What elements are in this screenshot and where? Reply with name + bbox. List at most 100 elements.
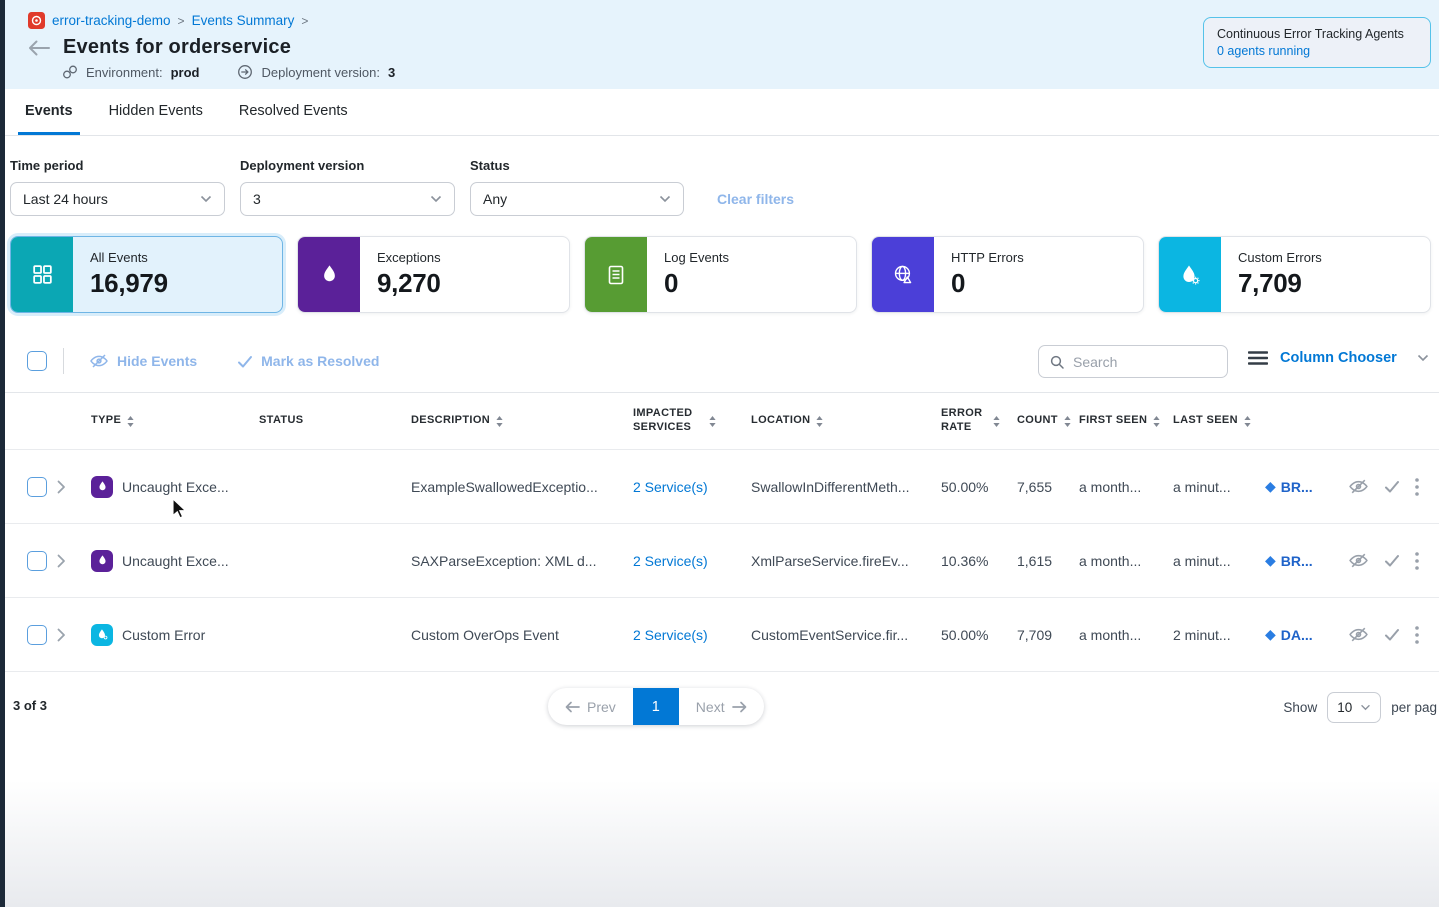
sort-arrows-icon (1244, 416, 1251, 427)
pagination-bar: 3 of 3 Prev 1 Next Show 10 per pag (5, 686, 1439, 728)
status-select[interactable]: Any (470, 182, 684, 216)
sort-arrows-icon (1064, 416, 1071, 427)
kebab-menu-icon[interactable] (1415, 478, 1419, 496)
sort-arrows-icon (496, 416, 503, 427)
column-header-first-seen[interactable]: FIRST SEEN (1079, 414, 1173, 428)
table-row[interactable]: Uncaught Exce... SAXParseException: XML … (5, 524, 1439, 598)
breadcrumb-project-link[interactable]: error-tracking-demo (52, 13, 171, 28)
breadcrumb-separator: > (178, 14, 185, 28)
impacted-services-link[interactable]: 2 Service(s) (633, 479, 708, 495)
column-header-status[interactable]: STATUS (259, 414, 411, 428)
ticket-link[interactable]: ◆ DA... (1265, 626, 1343, 643)
environment-value: prod (171, 65, 200, 80)
search-input[interactable] (1073, 354, 1203, 370)
kebab-menu-icon[interactable] (1415, 552, 1419, 570)
location-cell: CustomEventService.fir... (751, 627, 941, 643)
tab-resolved-events[interactable]: Resolved Events (232, 89, 355, 135)
row-expand-chevron-icon[interactable] (57, 628, 91, 642)
impacted-services-link[interactable]: 2 Service(s) (633, 627, 708, 643)
search-icon (1049, 354, 1065, 370)
stat-card-log-events[interactable]: Log Events 0 (584, 236, 857, 313)
card-value: 0 (664, 268, 856, 299)
error-tracking-page: error-tracking-demo > Events Summary > E… (0, 0, 1439, 907)
column-header-last-seen[interactable]: LAST SEEN (1173, 414, 1265, 428)
page-header: error-tracking-demo > Events Summary > E… (5, 0, 1439, 89)
page-number-button[interactable]: 1 (633, 688, 679, 725)
globe-alert-icon (890, 262, 916, 288)
tab-hidden-events[interactable]: Hidden Events (102, 89, 210, 135)
row-checkbox[interactable] (27, 477, 47, 497)
ticket-link[interactable]: ◆ BR... (1265, 552, 1343, 569)
table-row[interactable]: Custom Error Custom OverOps Event 2 Serv… (5, 598, 1439, 672)
flame-gear-icon (1178, 263, 1202, 287)
hide-event-icon[interactable] (1348, 552, 1369, 569)
column-header-location[interactable]: LOCATION (751, 414, 941, 428)
bulk-action-toolbar: Hide Events Mark as Resolved Column Choo… (5, 342, 1439, 380)
table-row[interactable]: Uncaught Exce... ExampleSwallowedExcepti… (5, 450, 1439, 524)
log-lines-icon (604, 263, 628, 287)
deployment-icon (237, 64, 253, 80)
chevron-down-icon (1417, 354, 1429, 362)
card-label: Custom Errors (1238, 250, 1430, 265)
resolve-event-icon[interactable] (1384, 480, 1400, 493)
next-page-button[interactable]: Next (679, 688, 764, 725)
row-expand-chevron-icon[interactable] (57, 480, 91, 494)
column-chooser-button[interactable]: Column Chooser (1248, 350, 1429, 366)
row-checkbox[interactable] (27, 551, 47, 571)
deployment-version-select[interactable]: 3 (240, 182, 455, 216)
deployment-version-value: 3 (388, 65, 395, 80)
status-filter-label: Status (470, 158, 684, 173)
column-header-type[interactable]: TYPE (91, 414, 259, 428)
first-seen-cell: a month... (1079, 553, 1173, 569)
time-period-select[interactable]: Last 24 hours (10, 182, 225, 216)
environment-icon (62, 64, 78, 80)
event-type-flame-icon (91, 476, 113, 498)
check-icon (237, 355, 253, 368)
mark-as-resolved-button[interactable]: Mark as Resolved (237, 353, 379, 369)
count-cell: 7,709 (1017, 627, 1079, 643)
card-value: 7,709 (1238, 268, 1430, 299)
location-cell: XmlParseService.fireEv... (751, 553, 941, 569)
stat-card-all-events[interactable]: All Events 16,979 (10, 236, 283, 313)
hide-event-icon[interactable] (1348, 626, 1369, 643)
column-header-impacted-services[interactable]: IMPACTED SERVICES (633, 407, 751, 435)
column-header-description[interactable]: DESCRIPTION (411, 414, 633, 428)
arrow-left-icon (565, 701, 580, 713)
kebab-menu-icon[interactable] (1415, 626, 1419, 644)
first-seen-cell: a month... (1079, 479, 1173, 495)
select-all-checkbox[interactable] (27, 351, 47, 371)
agents-running-link[interactable]: 0 agents running (1217, 44, 1417, 58)
clear-filters-button[interactable]: Clear filters (717, 191, 794, 207)
last-seen-cell: 2 minut... (1173, 627, 1265, 643)
resolve-event-icon[interactable] (1384, 628, 1400, 641)
hide-events-button[interactable]: Hide Events (89, 353, 197, 369)
event-type-text: Uncaught Exce... (122, 553, 229, 569)
pagination-summary: 3 of 3 (13, 698, 47, 713)
chevron-down-icon (430, 195, 442, 203)
row-expand-chevron-icon[interactable] (57, 554, 91, 568)
deployment-version-filter-label: Deployment version (240, 158, 455, 173)
breadcrumb-events-summary-link[interactable]: Events Summary (192, 13, 295, 28)
prev-page-button[interactable]: Prev (548, 688, 633, 725)
event-type-flame-gear-icon (91, 624, 113, 646)
hide-event-icon[interactable] (1348, 478, 1369, 495)
chevron-down-icon (1360, 704, 1371, 711)
time-period-value: Last 24 hours (23, 191, 108, 207)
grid-icon (30, 262, 55, 287)
environment-label: Environment: (86, 65, 163, 80)
stat-card-http-errors[interactable]: HTTP Errors 0 (871, 236, 1144, 313)
count-cell: 7,655 (1017, 479, 1079, 495)
stat-card-exceptions[interactable]: Exceptions 9,270 (297, 236, 570, 313)
tab-events[interactable]: Events (18, 89, 80, 135)
stat-card-custom-errors[interactable]: Custom Errors 7,709 (1158, 236, 1431, 313)
impacted-services-link[interactable]: 2 Service(s) (633, 553, 708, 569)
column-header-count[interactable]: COUNT (1017, 414, 1079, 428)
resolve-event-icon[interactable] (1384, 554, 1400, 567)
page-size-select[interactable]: 10 (1327, 692, 1381, 723)
ticket-link[interactable]: ◆ BR... (1265, 478, 1343, 495)
column-header-error-rate[interactable]: ERROR RATE (941, 407, 1017, 435)
back-arrow-icon[interactable] (28, 40, 50, 56)
diamond-icon: ◆ (1265, 478, 1276, 495)
row-checkbox[interactable] (27, 625, 47, 645)
error-rate-cell: 10.36% (941, 553, 1017, 569)
